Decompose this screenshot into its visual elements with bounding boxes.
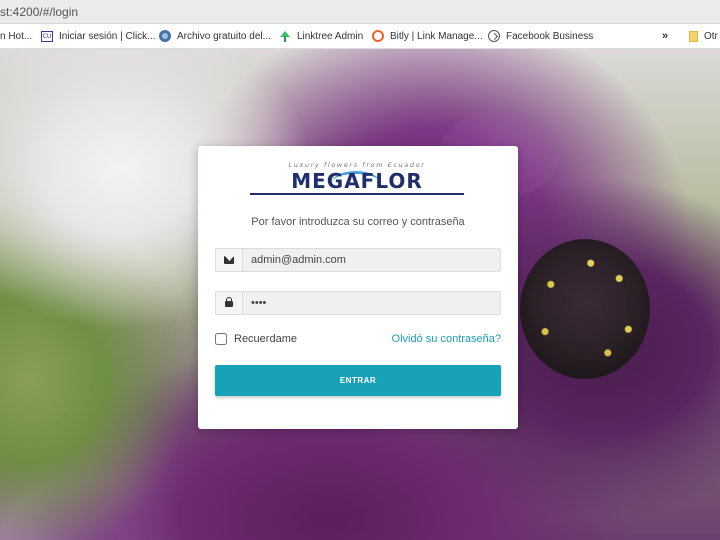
bookmark-clickup[interactable]: CU Iniciar sesión | Click...	[41, 24, 156, 48]
bookmark-label: Otr	[704, 30, 718, 42]
globe-icon	[159, 30, 171, 42]
password-field[interactable]	[243, 292, 500, 314]
remember-checkbox[interactable]	[215, 333, 227, 345]
login-submit-button[interactable]: ENTRAR	[215, 365, 501, 396]
bookmark-label: Linktree Admin	[297, 30, 364, 42]
forgot-password-link[interactable]: Olvidó su contraseña?	[392, 333, 501, 345]
bookmarks-bar: n Hot... CU Iniciar sesión | Click... Ar…	[0, 24, 720, 49]
email-field[interactable]	[243, 249, 500, 271]
email-addon	[216, 249, 243, 271]
bitly-icon	[372, 30, 384, 42]
bookmark-label: n Hot...	[0, 30, 33, 42]
bookmark-label: Facebook Business	[506, 30, 594, 42]
logo-tagline: Luxury flowers from Ecuador	[288, 161, 426, 169]
flower-center	[520, 239, 650, 379]
bookmark-bitly[interactable]: Bitly | Link Manage...	[372, 24, 483, 48]
bookmark-hot[interactable]: n Hot...	[0, 24, 32, 48]
bookmark-linktree[interactable]: Linktree Admin	[279, 24, 363, 48]
envelope-icon	[224, 256, 234, 264]
login-instructions: Por favor introduzca su correo y contras…	[251, 216, 465, 228]
password-addon	[216, 292, 243, 314]
remember-row: Recuerdame Olvidó su contraseña?	[215, 332, 501, 348]
email-input-group	[215, 248, 501, 272]
bookmark-label: Bitly | Link Manage...	[390, 30, 483, 42]
clickup-icon: CU	[41, 30, 53, 42]
login-card: Luxury flowers from Ecuador MEGAFLOR Por…	[198, 146, 518, 429]
url-text: st:4200/#/login	[0, 5, 79, 19]
bookmarks-overflow-button[interactable]: »	[662, 24, 668, 48]
folder-icon	[689, 30, 698, 42]
linktree-icon	[279, 30, 291, 42]
bookmark-archivo[interactable]: Archivo gratuito del...	[159, 24, 271, 48]
remember-label[interactable]: Recuerdame	[234, 333, 297, 345]
megaflor-logo: Luxury flowers from Ecuador MEGAFLOR	[250, 161, 464, 195]
bookmark-label: Archivo gratuito del...	[177, 30, 271, 42]
facebook-business-icon	[488, 30, 500, 42]
bookmark-other[interactable]: Otr	[689, 24, 718, 48]
logo-underline	[250, 193, 464, 195]
bookmark-label: Iniciar sesión | Click...	[59, 30, 156, 42]
password-input-group	[215, 291, 501, 315]
bookmark-facebook-business[interactable]: Facebook Business	[488, 24, 593, 48]
logo-wordmark: MEGAFLOR	[291, 169, 423, 193]
address-bar[interactable]: st:4200/#/login	[0, 0, 720, 24]
lock-icon	[225, 297, 233, 307]
